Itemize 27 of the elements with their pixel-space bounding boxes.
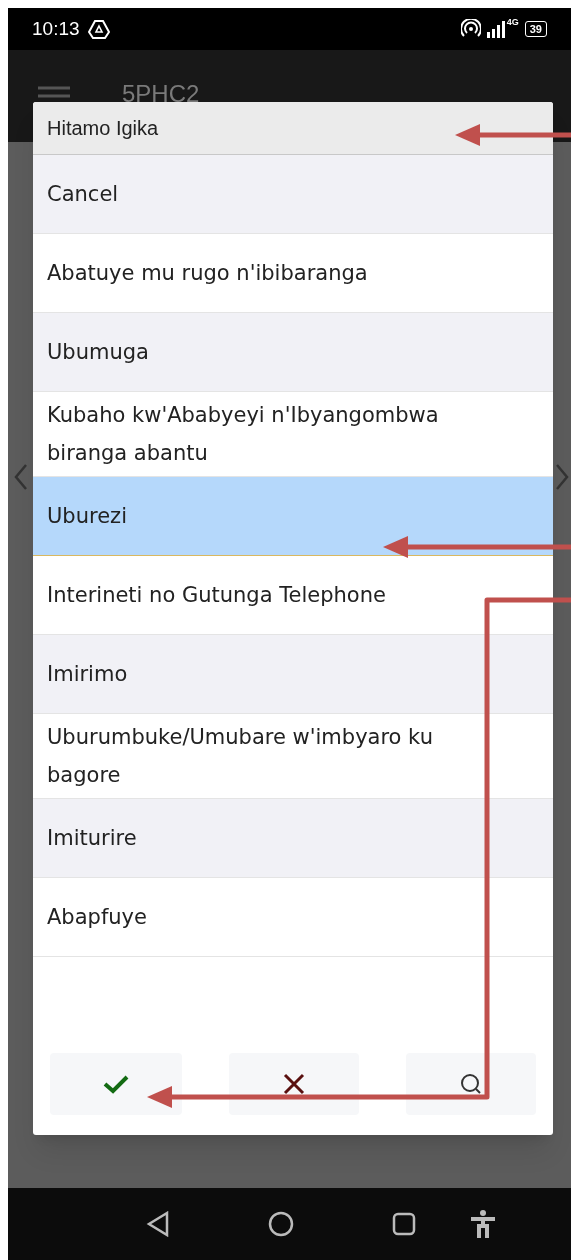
drive-icon bbox=[87, 19, 110, 39]
checkmark-icon bbox=[103, 1074, 129, 1094]
confirm-button[interactable] bbox=[50, 1053, 182, 1115]
hotspot-icon bbox=[460, 19, 481, 39]
search-icon bbox=[460, 1073, 482, 1095]
option-item[interactable]: Cancel bbox=[33, 155, 553, 234]
option-item[interactable]: Abapfuye bbox=[33, 878, 553, 957]
close-button[interactable] bbox=[229, 1053, 359, 1115]
option-item[interactable]: Uburezi bbox=[33, 477, 553, 556]
option-item[interactable]: Kubaho kw'Ababyeyi n'Ibyangombwa biranga abantu bbox=[33, 392, 553, 477]
option-item[interactable]: Imirimo bbox=[33, 635, 553, 714]
close-icon bbox=[283, 1073, 305, 1095]
signal-icon bbox=[486, 20, 507, 38]
home-icon[interactable] bbox=[268, 1211, 294, 1237]
accessibility-icon[interactable] bbox=[470, 1209, 496, 1239]
battery-indicator: 39 bbox=[524, 21, 547, 37]
option-item[interactable]: Interineti no Gutunga Telephone bbox=[33, 556, 553, 635]
network-type: 4G bbox=[506, 18, 519, 27]
status-time: 10:13 bbox=[32, 16, 80, 41]
recents-icon[interactable] bbox=[392, 1212, 416, 1236]
option-item[interactable]: Uburumbuke/Umubare w'imbyaro ku bagore bbox=[33, 714, 553, 799]
option-item[interactable]: Imiturire bbox=[33, 799, 553, 878]
dialog-title: Hitamo Igika bbox=[33, 102, 553, 155]
search-button[interactable] bbox=[406, 1053, 536, 1115]
back-icon[interactable] bbox=[146, 1211, 170, 1237]
option-item[interactable]: Abatuye mu rugo n'ibibaranga bbox=[33, 234, 553, 313]
option-item[interactable]: Ubumuga bbox=[33, 313, 553, 392]
